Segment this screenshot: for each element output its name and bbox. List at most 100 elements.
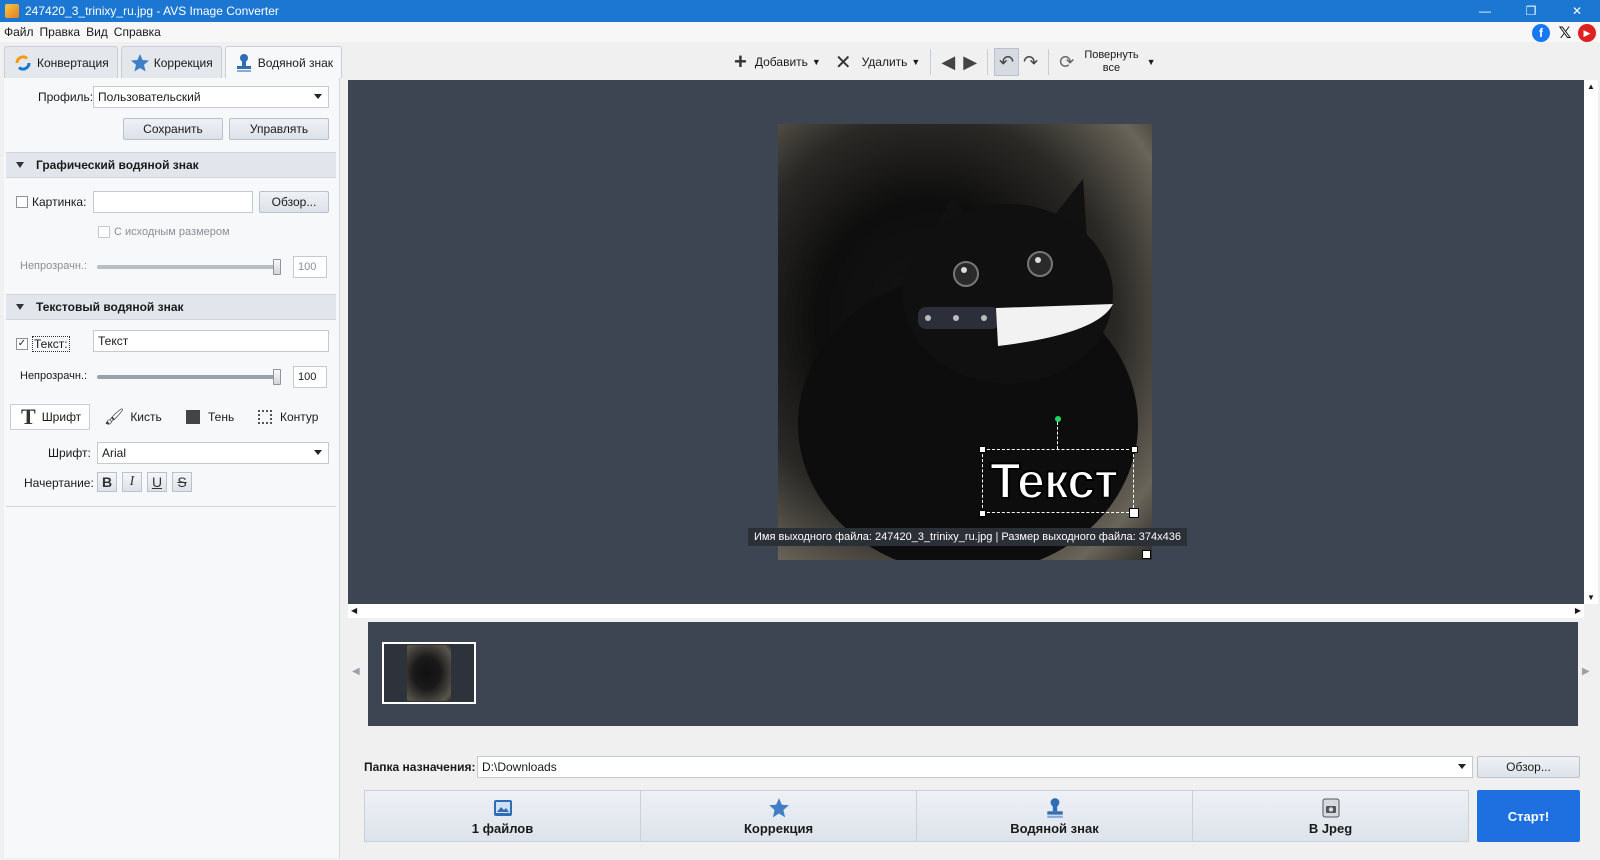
tab-watermark[interactable]: Водяной знак bbox=[224, 46, 343, 78]
previous-button[interactable]: ◀ bbox=[937, 48, 959, 76]
font-label: Шрифт: bbox=[48, 446, 91, 460]
thumbnail-image bbox=[407, 645, 451, 701]
text-label: Текст: bbox=[32, 336, 70, 352]
tab-correction-label: Коррекция bbox=[153, 55, 213, 70]
graphic-section-title: Графический водяной знак bbox=[36, 158, 199, 172]
font-select[interactable]: Arial bbox=[97, 442, 329, 464]
convert-icon bbox=[13, 53, 33, 73]
step-correction-label: Коррекция bbox=[743, 820, 814, 836]
toolbar-divider bbox=[987, 49, 989, 75]
close-button[interactable]: ✕ bbox=[1554, 0, 1600, 22]
x-icon[interactable]: 𝕏 bbox=[1556, 24, 1574, 42]
scroll-up-icon[interactable]: ▲ bbox=[1587, 82, 1595, 91]
rotate-left-button[interactable]: ↶ bbox=[994, 48, 1020, 76]
rotate-right-button[interactable]: ↷ bbox=[1019, 48, 1042, 76]
tab-font[interactable]: T Шрифт bbox=[10, 404, 90, 430]
resize-handle[interactable] bbox=[1131, 446, 1138, 453]
step-format[interactable]: В Jpeg bbox=[1192, 790, 1469, 842]
title-bar: 247420_3_trinixy_ru.jpg - AVS Image Conv… bbox=[0, 0, 1600, 22]
text-opacity-label: Непрозрачн.: bbox=[20, 370, 88, 382]
tab-correction[interactable]: Коррекция bbox=[120, 46, 222, 78]
step-files[interactable]: 1 файлов bbox=[364, 790, 641, 842]
workflow-steps: 1 файлов Коррекция Водяной знак В Jpeg bbox=[364, 790, 1469, 842]
step-watermark[interactable]: Водяной знак bbox=[916, 790, 1193, 842]
graphic-opacity-value[interactable]: 100 bbox=[293, 256, 327, 278]
image-file-icon bbox=[492, 797, 514, 819]
resize-handle[interactable] bbox=[979, 510, 986, 517]
strip-left-arrow-icon[interactable]: ◀ bbox=[352, 666, 360, 677]
underline-button[interactable]: U bbox=[147, 472, 167, 492]
scroll-down-icon[interactable]: ▼ bbox=[1587, 593, 1595, 602]
star-icon bbox=[130, 53, 150, 73]
step-format-label: В Jpeg bbox=[1308, 820, 1353, 836]
profile-select[interactable]: Пользовательский bbox=[93, 86, 329, 108]
watermark-text-input[interactable]: Текст bbox=[93, 330, 329, 352]
text-opacity-slider[interactable] bbox=[97, 375, 279, 379]
rotate-all-label-line2: все bbox=[1102, 62, 1121, 74]
chevron-down-icon: ▼ bbox=[1146, 57, 1156, 67]
start-button[interactable]: Старт! bbox=[1477, 790, 1580, 842]
picture-checkbox[interactable] bbox=[16, 196, 28, 208]
preview-vertical-scrollbar[interactable]: ▲ ▼ bbox=[1584, 80, 1598, 604]
menu-view[interactable]: Вид bbox=[86, 25, 108, 39]
youtube-icon[interactable]: ▶ bbox=[1578, 24, 1596, 42]
font-value: Arial bbox=[102, 446, 127, 460]
menu-help[interactable]: Справка bbox=[114, 25, 161, 39]
original-size-label: С исходным размером bbox=[114, 226, 230, 238]
tab-convert-label: Конвертация bbox=[37, 55, 109, 70]
rotate-left-icon: ↶ bbox=[999, 51, 1015, 72]
original-size-checkbox[interactable] bbox=[98, 226, 110, 238]
style-label: Начертание: bbox=[24, 476, 94, 490]
text-opacity-thumb[interactable] bbox=[273, 369, 281, 385]
minimize-button[interactable]: — bbox=[1462, 0, 1508, 22]
scroll-right-icon[interactable]: ▶ bbox=[1575, 606, 1581, 615]
italic-button[interactable]: I bbox=[122, 472, 142, 492]
watermark-text-preview[interactable]: Текст bbox=[989, 452, 1120, 510]
text-section-title: Текстовый водяной знак bbox=[36, 300, 184, 314]
picture-path-input[interactable] bbox=[93, 191, 253, 213]
tab-outline[interactable]: Контур bbox=[258, 404, 318, 430]
font-icon: T bbox=[21, 404, 36, 429]
graphic-opacity-slider[interactable] bbox=[97, 265, 279, 269]
thumbnail-strip bbox=[368, 622, 1578, 726]
facebook-icon[interactable]: f bbox=[1532, 24, 1550, 42]
resize-handle[interactable] bbox=[1129, 508, 1139, 518]
rotate-all-button[interactable]: ⟳ Повернуть все ▼ bbox=[1055, 48, 1159, 76]
tab-brush[interactable]: 🖌 Кисть bbox=[104, 404, 162, 430]
tab-convert[interactable]: Конвертация bbox=[4, 46, 118, 78]
maximize-button[interactable]: ❐ bbox=[1508, 0, 1554, 22]
resize-handle[interactable] bbox=[979, 446, 986, 453]
window-title: 247420_3_trinixy_ru.jpg - AVS Image Conv… bbox=[25, 4, 279, 18]
strip-right-arrow-icon[interactable]: ▶ bbox=[1582, 666, 1590, 677]
text-watermark-section[interactable]: Текстовый водяной знак bbox=[6, 294, 336, 320]
menu-edit[interactable]: Правка bbox=[40, 25, 81, 39]
tab-shadow[interactable]: Тень bbox=[186, 404, 234, 430]
scroll-left-icon[interactable]: ◀ bbox=[351, 606, 357, 615]
destination-folder-select[interactable]: D:\Downloads bbox=[477, 756, 1473, 778]
collapse-icon bbox=[16, 162, 24, 168]
text-opacity-value[interactable]: 100 bbox=[293, 366, 327, 388]
manage-button[interactable]: Управлять bbox=[229, 118, 329, 140]
file-thumbnail[interactable] bbox=[382, 642, 476, 704]
crop-handle[interactable] bbox=[1142, 550, 1151, 559]
picture-browse-button[interactable]: Обзор... bbox=[259, 191, 329, 213]
destination-browse-button[interactable]: Обзор... bbox=[1477, 756, 1580, 778]
graphic-watermark-section[interactable]: Графический водяной знак bbox=[6, 152, 336, 178]
graphic-opacity-thumb[interactable] bbox=[273, 259, 281, 275]
rotate-handle[interactable] bbox=[1055, 416, 1061, 422]
add-button[interactable]: + Добавить ▼ bbox=[730, 48, 825, 76]
text-checkbox[interactable]: ✓ bbox=[16, 338, 28, 350]
strikethrough-button[interactable]: S bbox=[172, 472, 192, 492]
outline-icon bbox=[258, 410, 272, 424]
save-button[interactable]: Сохранить bbox=[123, 118, 223, 140]
preview-horizontal-scrollbar[interactable]: ◀ ▶ bbox=[348, 604, 1584, 618]
delete-button[interactable]: ✕ Удалить ▼ bbox=[831, 48, 925, 76]
next-button[interactable]: ▶ bbox=[959, 48, 981, 76]
add-label: Добавить bbox=[754, 55, 808, 69]
step-correction[interactable]: Коррекция bbox=[640, 790, 917, 842]
tab-watermark-label: Водяной знак bbox=[257, 55, 334, 70]
chevron-down-icon: ▼ bbox=[811, 57, 821, 67]
toolbar-divider bbox=[1048, 49, 1050, 75]
menu-file[interactable]: Файл bbox=[4, 25, 34, 39]
bold-button[interactable]: B bbox=[97, 472, 117, 492]
